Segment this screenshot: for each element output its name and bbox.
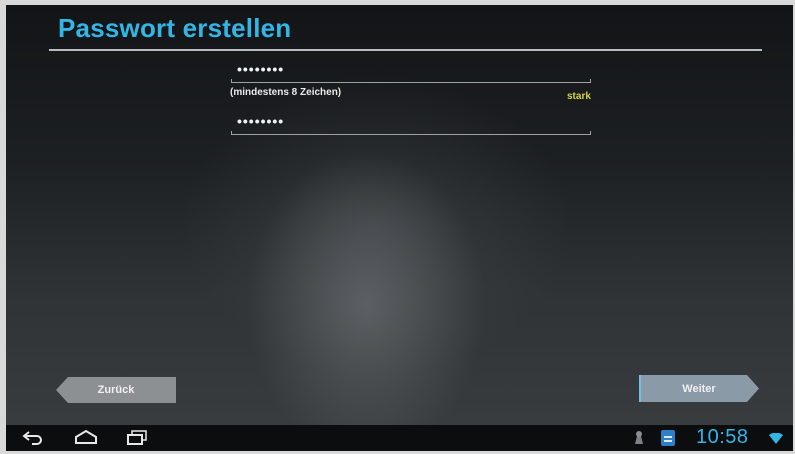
back-icon[interactable] [22, 429, 44, 450]
system-navigation-bar: 10:58 [6, 425, 793, 451]
confirm-password-value: •••••••• [237, 113, 285, 129]
title-divider [49, 49, 762, 51]
wifi-icon [769, 432, 783, 450]
status-clock: 10:58 [696, 426, 749, 448]
home-icon[interactable] [74, 429, 98, 450]
next-button-label: Weiter [682, 382, 716, 395]
password-value: •••••••• [237, 61, 285, 77]
password-field[interactable]: •••••••• [231, 61, 591, 83]
back-button[interactable]: Zurück [56, 377, 176, 403]
confirm-field-underline [231, 131, 591, 135]
password-strength: stark [567, 91, 591, 102]
tablet-screen: Passwort erstellen •••••••• (mindestens … [6, 5, 793, 451]
next-button[interactable]: Weiter [639, 375, 759, 402]
download-notification-icon [661, 430, 675, 451]
recent-apps-icon[interactable] [126, 429, 148, 450]
password-hint: (mindestens 8 Zeichen) [230, 87, 342, 98]
confirm-password-field[interactable]: •••••••• [231, 113, 591, 135]
usb-debug-icon [632, 430, 646, 451]
page-title: Passwort erstellen [58, 13, 292, 43]
password-field-underline [231, 79, 591, 83]
